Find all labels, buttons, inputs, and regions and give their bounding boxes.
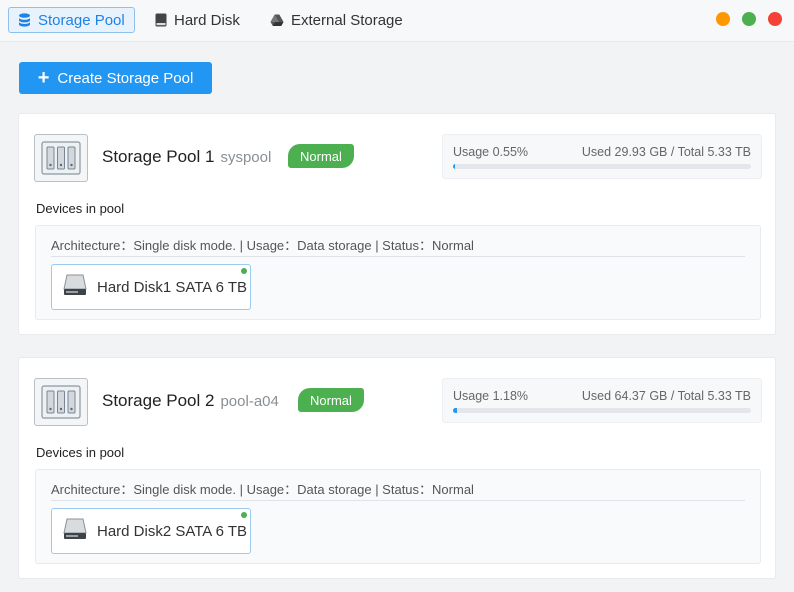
- top-bar: Storage Pool Hard Disk External Storage: [0, 0, 794, 42]
- database-icon: [18, 13, 31, 27]
- storage-pool-icon: [34, 378, 88, 426]
- pool-title: Storage Pool 1 syspool: [102, 147, 271, 167]
- hard-disk-icon: [155, 13, 167, 27]
- hard-disk-icon: [63, 518, 87, 545]
- disk-status-dot: [241, 268, 247, 274]
- devices-panel: Architecture：Single disk mode. | Usage：D…: [35, 469, 761, 564]
- disk-status-dot: [241, 512, 247, 518]
- divider: [51, 256, 745, 257]
- usage-percent-label: Usage 1.18%: [453, 389, 529, 403]
- architecture-info: Architecture：Single disk mode. | Usage：D…: [51, 238, 474, 253]
- plus-icon: +: [37, 67, 50, 89]
- create-button-label: Create Storage Pool: [57, 69, 194, 87]
- disk-chip[interactable]: Hard Disk1 SATA 6 TB: [51, 264, 251, 310]
- usage-progress-fill: [453, 164, 455, 169]
- usage-panel: Usage 0.55% Used 29.93 GB / Total 5.33 T…: [442, 134, 762, 179]
- pool-subtitle: pool-a04: [220, 393, 279, 410]
- tab-label: Storage Pool: [38, 11, 125, 29]
- storage-pool-icon: [34, 134, 88, 182]
- usage-progress-bar: [453, 408, 751, 413]
- storage-pool-card: Storage Pool 1 syspool Normal Usage 0.55%…: [18, 113, 776, 335]
- usage-total-label: Used 29.93 GB / Total 5.33 TB: [581, 145, 751, 159]
- architecture-info: Architecture：Single disk mode. | Usage：D…: [51, 482, 474, 497]
- minimize-button[interactable]: [716, 12, 730, 26]
- drive-icon: [270, 14, 284, 27]
- tab-label: External Storage: [291, 11, 403, 29]
- create-storage-pool-button[interactable]: + Create Storage Pool: [19, 62, 212, 94]
- maximize-button[interactable]: [742, 12, 756, 26]
- pool-name: Storage Pool 2: [102, 391, 215, 410]
- disk-name: Hard Disk1 SATA 6 TB: [97, 278, 248, 296]
- tab-external-storage[interactable]: External Storage: [261, 7, 412, 33]
- status-badge: Normal: [288, 144, 354, 168]
- devices-in-pool-label: Devices in pool: [36, 201, 125, 216]
- usage-panel: Usage 1.18% Used 64.37 GB / Total 5.33 T…: [442, 378, 762, 423]
- devices-in-pool-label: Devices in pool: [36, 445, 125, 460]
- pool-subtitle: syspool: [220, 149, 272, 166]
- usage-total-label: Used 64.37 GB / Total 5.33 TB: [581, 389, 751, 403]
- pool-name: Storage Pool 1: [102, 147, 215, 166]
- tab-hard-disk[interactable]: Hard Disk: [146, 7, 249, 33]
- disk-chip[interactable]: Hard Disk2 SATA 6 TB: [51, 508, 251, 554]
- status-badge: Normal: [298, 388, 364, 412]
- disk-name: Hard Disk2 SATA 6 TB: [97, 522, 248, 540]
- devices-panel: Architecture：Single disk mode. | Usage：D…: [35, 225, 761, 320]
- close-button[interactable]: [768, 12, 782, 26]
- usage-percent-label: Usage 0.55%: [453, 145, 529, 159]
- hard-disk-icon: [63, 274, 87, 301]
- divider: [51, 500, 745, 501]
- usage-progress-fill: [453, 408, 457, 413]
- tab-label: Hard Disk: [174, 11, 240, 29]
- pool-title: Storage Pool 2 pool-a04: [102, 391, 279, 411]
- storage-pool-card: Storage Pool 2 pool-a04 Normal Usage 1.18…: [18, 357, 776, 579]
- usage-progress-bar: [453, 164, 751, 169]
- tab-storage-pool[interactable]: Storage Pool: [8, 7, 135, 33]
